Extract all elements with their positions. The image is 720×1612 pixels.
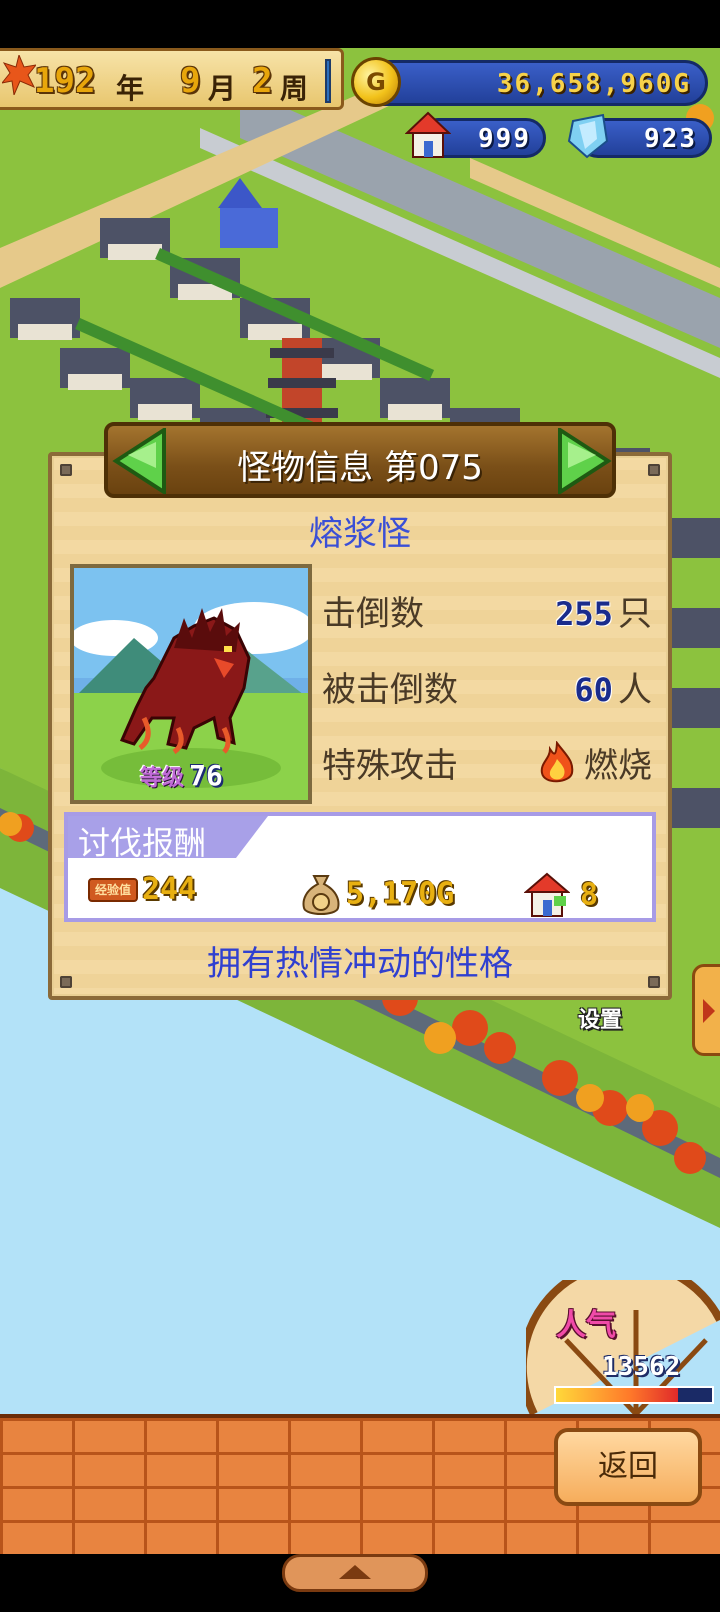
defeated-by-label: 被击倒数 (322, 670, 458, 710)
exp-reward: 经验值 244 (88, 872, 196, 914)
crystal-icon (567, 113, 609, 159)
money-bag-icon (302, 875, 340, 915)
month-value: 9 (180, 61, 201, 101)
popularity-bar (554, 1386, 714, 1404)
kills-value: 255 (555, 595, 613, 633)
gold-counter[interactable]: G 36,658,960G (351, 57, 708, 107)
popularity-label: 人气 (556, 1308, 616, 1343)
house-icon (524, 872, 570, 917)
reward-box: 讨伐报酬 经验值 244 5,170G 8 (64, 812, 656, 922)
gold-reward: 5,170G (300, 872, 455, 915)
next-monster-arrow-icon[interactable] (556, 428, 612, 494)
house-counter[interactable]: 999 (405, 111, 546, 158)
popularity-bar-fill (556, 1388, 678, 1402)
reward-header-label: 讨伐报酬 (78, 824, 207, 862)
rivet (60, 464, 72, 476)
rivet (648, 464, 660, 476)
kills-unit: 只 (618, 594, 652, 634)
fire-icon (540, 741, 574, 783)
previous-monster-arrow-icon[interactable] (112, 428, 168, 494)
crystal-counter[interactable]: 923 (567, 113, 712, 159)
defeated-by-unit: 人 (618, 670, 652, 710)
week-value: 2 (252, 61, 273, 101)
panel-title-bar: 怪物信息 第075 (104, 422, 616, 498)
week-unit: 周 (280, 72, 309, 105)
exp-value: 244 (142, 872, 197, 907)
level-value: 76 (189, 759, 223, 792)
gold-coin-icon: G (351, 57, 401, 107)
monster-portrait: 等级 76 (70, 564, 312, 804)
crystal-value: 923 (644, 124, 697, 154)
back-button[interactable]: 返回 (554, 1428, 702, 1506)
month-unit: 月 (208, 72, 237, 105)
year-unit: 年 (116, 72, 145, 105)
gold-reward-value: 5,170G (346, 876, 455, 912)
reward-header: 讨伐报酬 (68, 816, 268, 858)
kills-stat: 击倒数 255 只 (322, 586, 652, 634)
date-progress-bar (325, 59, 331, 103)
house-reward: 8 (524, 872, 599, 917)
gold-value: 36,658,960G (496, 69, 691, 99)
house-reward-value: 8 (580, 877, 599, 913)
maple-leaf-icon (2, 55, 36, 95)
special-attack-value: 燃烧 (584, 746, 652, 786)
side-menu-tab[interactable] (692, 964, 720, 1056)
panel-title: 怪物信息 第075 (237, 448, 483, 488)
popularity-value: 13562 (602, 1352, 681, 1382)
date-display: 192 年 9 月 2 周 (0, 48, 344, 110)
level-label: 等级 (140, 766, 185, 791)
special-attack-label: 特殊攻击 (322, 746, 458, 786)
level-display: 等级 76 (140, 759, 223, 792)
kills-label: 击倒数 (322, 594, 424, 634)
year-value: 192 (34, 61, 96, 101)
house-value: 999 (478, 124, 531, 154)
settings-label[interactable]: 设置 (578, 1002, 622, 1034)
defeated-by-stat: 被击倒数 60 人 (322, 662, 652, 710)
monster-description: 拥有热情冲动的性格 (207, 944, 513, 984)
popularity-meter[interactable]: 人气 13562 (526, 1280, 720, 1414)
house-icon (405, 111, 451, 158)
exp-tag: 经验值 (88, 877, 138, 902)
expand-menu-up-icon[interactable] (282, 1554, 428, 1592)
monster-name: 熔浆怪 (309, 514, 411, 554)
special-attack-stat: 特殊攻击 燃烧 (322, 738, 652, 786)
defeated-by-value: 60 (574, 671, 613, 709)
